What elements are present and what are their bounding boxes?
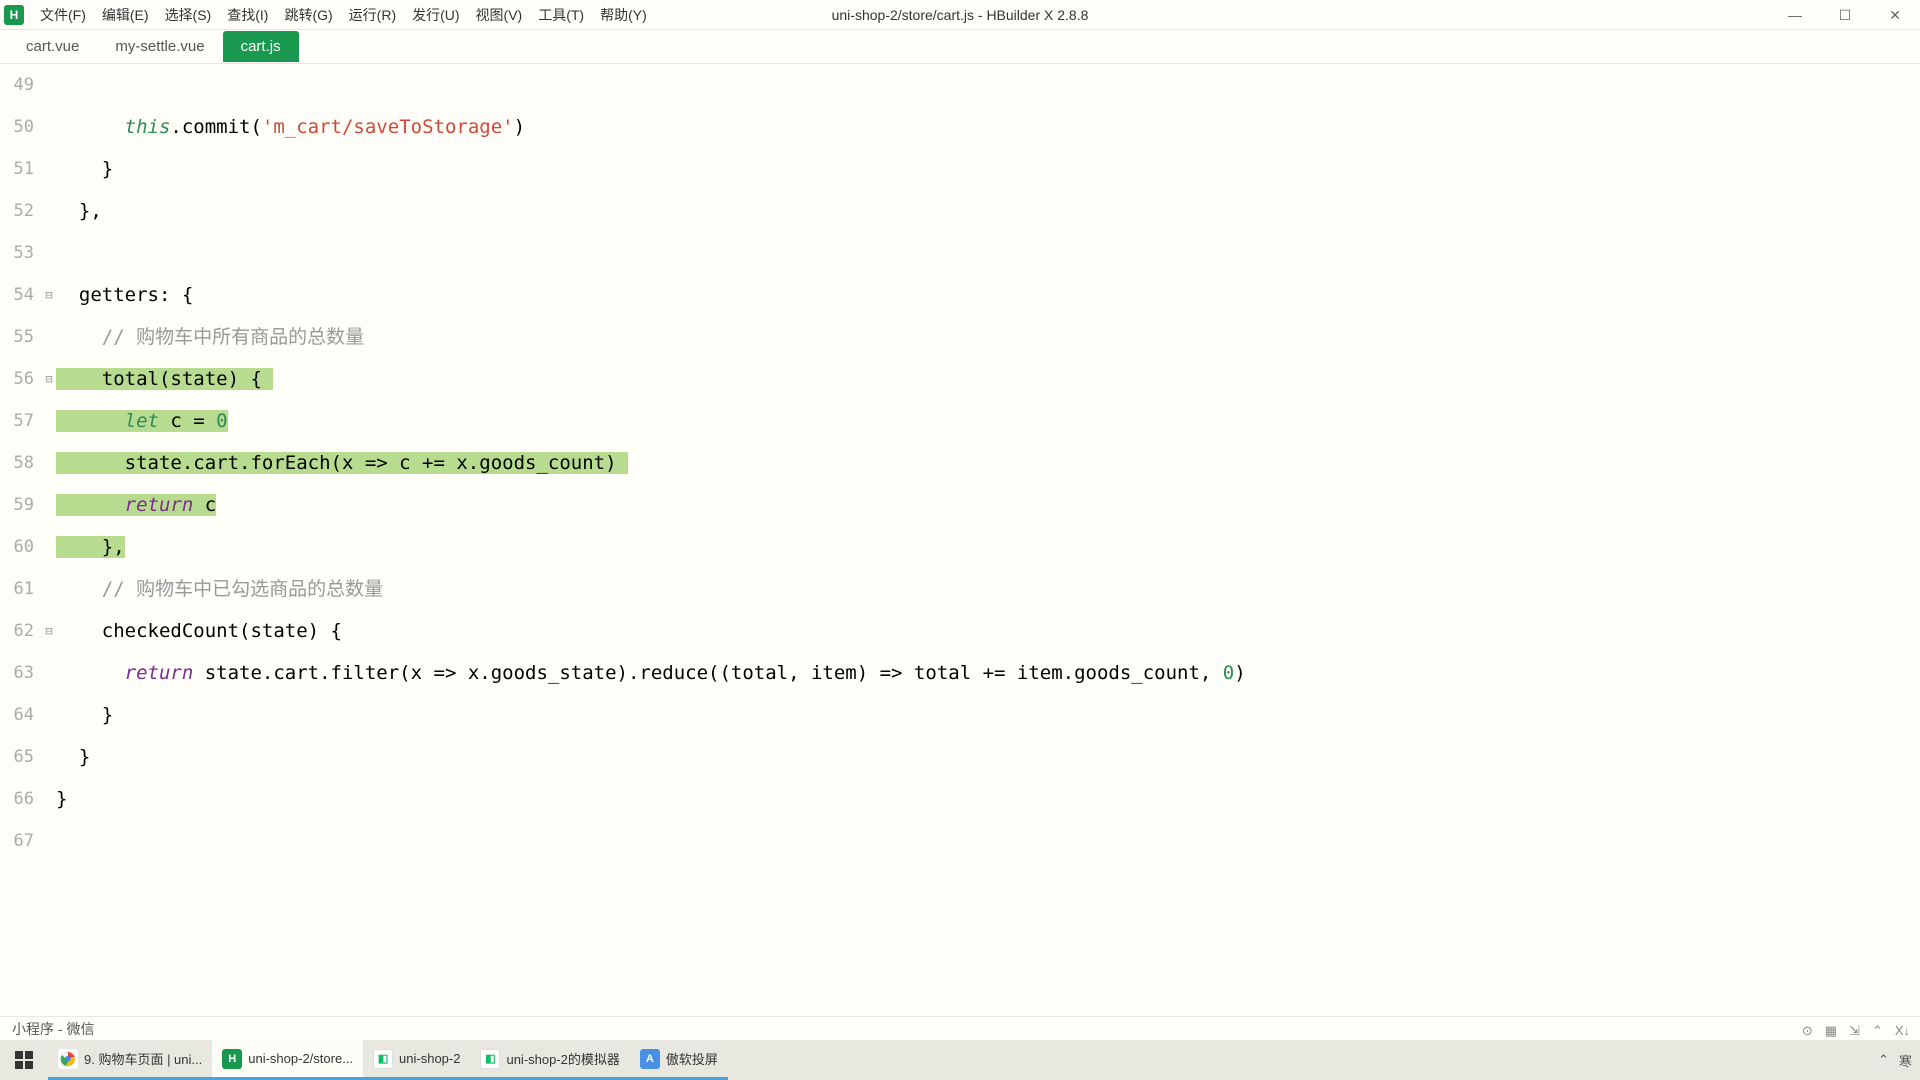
line-number: 64 [0, 694, 34, 736]
line-number: 49 [0, 64, 34, 106]
start-button[interactable] [0, 1040, 48, 1080]
simulator-icon: ◧ [480, 1049, 500, 1069]
code-token: 'm_cart/saveToStorage' [262, 116, 514, 138]
fold-icon[interactable]: ⊟ [42, 274, 56, 316]
line-number: 58 [0, 442, 34, 484]
line-number: 51 [0, 148, 34, 190]
hbuilder-icon: H [222, 1049, 242, 1069]
menu-help[interactable]: 帮助(Y) [592, 1, 655, 29]
code-token: checkedCount(state) { [102, 620, 342, 642]
menu-goto[interactable]: 跳转(G) [276, 1, 340, 29]
line-number: 66 [0, 778, 34, 820]
line-number: 56 [0, 358, 34, 400]
console-clear-icon[interactable]: X↓ [1895, 1023, 1910, 1039]
fold-gutter: ⊟ ⊟ ⊟ [42, 64, 56, 862]
wechat-devtools-icon: ◧ [373, 1049, 393, 1069]
code-selection: let c = 0 [56, 410, 228, 432]
code-token: } [56, 788, 67, 810]
line-gutter: 49 50 51 52 53 54 55 56 57 58 59 60 61 6… [0, 64, 42, 862]
tray-expand-icon[interactable]: ⌃ [1878, 1052, 1889, 1068]
console-stop-icon[interactable]: ▦ [1825, 1023, 1837, 1039]
code-token: 0 [1223, 662, 1234, 684]
code-token: return [125, 662, 194, 684]
editor-tabs: cart.vue my-settle.vue cart.js [0, 30, 1920, 64]
taskbar-item-wxdev[interactable]: ◧ uni-shop-2 [363, 1040, 470, 1080]
console-reload-icon[interactable]: ⊙ [1802, 1023, 1813, 1039]
menu-run[interactable]: 运行(R) [341, 1, 404, 29]
taskbar-label: uni-shop-2 [399, 1051, 460, 1066]
code-token: } [79, 746, 90, 768]
code-token: } [102, 704, 113, 726]
taskbar: 9. 购物车页面 | uni... H uni-shop-2/store... … [0, 1040, 1920, 1080]
windows-logo-icon [15, 1051, 33, 1069]
code-comment: // 购物车中所有商品的总数量 [102, 326, 364, 348]
code-token: this [125, 116, 171, 138]
minimize-button[interactable]: — [1770, 0, 1820, 30]
taskbar-item-simulator[interactable]: ◧ uni-shop-2的模拟器 [470, 1040, 629, 1080]
code-content[interactable]: this.commit('m_cart/saveToStorage') } },… [56, 64, 1920, 862]
code-selection: total(state) { [56, 368, 273, 390]
line-number: 55 [0, 316, 34, 358]
line-number: 63 [0, 652, 34, 694]
close-button[interactable]: ✕ [1870, 0, 1920, 30]
taskbar-label: 9. 购物车页面 | uni... [84, 1049, 202, 1068]
code-comment: // 购物车中已勾选商品的总数量 [102, 578, 383, 600]
menu-file[interactable]: 文件(F) [32, 1, 94, 29]
menu-publish[interactable]: 发行(U) [404, 1, 467, 29]
tab-my-settle-vue[interactable]: my-settle.vue [97, 31, 222, 62]
code-selection: return c [56, 494, 216, 516]
line-number: 65 [0, 736, 34, 778]
code-token: }, [79, 200, 102, 222]
line-number: 50 [0, 106, 34, 148]
line-number: 62 [0, 610, 34, 652]
line-number: 59 [0, 484, 34, 526]
code-selection: state.cart.forEach(x => c += x.goods_cou… [56, 452, 628, 474]
editor-area[interactable]: 49 50 51 52 53 54 55 56 57 58 59 60 61 6… [0, 64, 1920, 964]
code-token: getters: { [79, 284, 193, 306]
line-number: 57 [0, 400, 34, 442]
menu-find[interactable]: 查找(I) [219, 1, 276, 29]
tray-ime-icon[interactable]: 寒 [1899, 1051, 1912, 1070]
line-number: 53 [0, 232, 34, 274]
taskbar-item-apowermirror[interactable]: A 傲软投屏 [630, 1040, 728, 1080]
code-token: } [102, 158, 113, 180]
menu-view[interactable]: 视图(V) [468, 1, 531, 29]
taskbar-item-chrome[interactable]: 9. 购物车页面 | uni... [48, 1040, 212, 1080]
app-icon: H [4, 5, 24, 25]
window-controls: — ☐ ✕ [1770, 0, 1920, 30]
code-token: ) [514, 116, 525, 138]
menu-tools[interactable]: 工具(T) [530, 1, 592, 29]
tab-cart-vue[interactable]: cart.vue [8, 31, 97, 62]
taskbar-item-hbuilder[interactable]: H uni-shop-2/store... [212, 1040, 363, 1080]
line-number: 60 [0, 526, 34, 568]
fold-icon[interactable]: ⊟ [42, 610, 56, 652]
line-number: 54 [0, 274, 34, 316]
fold-icon[interactable]: ⊟ [42, 358, 56, 400]
code-token: state.cart.filter(x => x.goods_state).re… [193, 662, 1223, 684]
code-selection: }, [56, 536, 125, 558]
taskbar-label: uni-shop-2/store... [248, 1051, 353, 1066]
taskbar-label: uni-shop-2的模拟器 [506, 1049, 619, 1068]
menubar: H 文件(F) 编辑(E) 选择(S) 查找(I) 跳转(G) 运行(R) 发行… [0, 0, 1920, 30]
maximize-button[interactable]: ☐ [1820, 0, 1870, 30]
code-token: ) [1234, 662, 1245, 684]
menu-edit[interactable]: 编辑(E) [94, 1, 157, 29]
taskbar-label: 傲软投屏 [666, 1049, 718, 1068]
line-number: 52 [0, 190, 34, 232]
code-token: .commit( [170, 116, 262, 138]
line-number: 61 [0, 568, 34, 610]
apowermirror-icon: A [640, 1049, 660, 1069]
chrome-icon [58, 1049, 78, 1069]
menu-select[interactable]: 选择(S) [157, 1, 220, 29]
window-title: uni-shop-2/store/cart.js - HBuilder X 2.… [832, 7, 1089, 23]
console-tab[interactable]: 小程序 - 微信 [12, 1019, 94, 1043]
system-tray: ⌃ 寒 [1878, 1051, 1912, 1070]
tab-cart-js[interactable]: cart.js [223, 31, 299, 62]
console-collapse-icon[interactable]: ⌃ [1872, 1023, 1883, 1039]
console-popout-icon[interactable]: ⇲ [1849, 1023, 1860, 1039]
line-number: 67 [0, 820, 34, 862]
